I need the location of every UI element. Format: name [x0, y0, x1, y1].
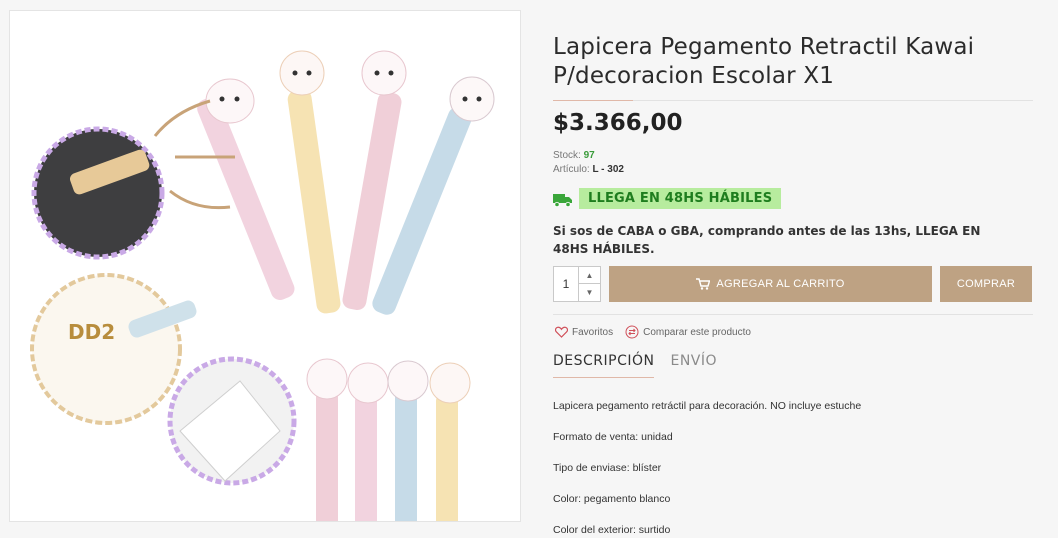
product-photo: DD2 [10, 11, 520, 521]
compare-icon [625, 325, 639, 339]
stock-label: Stock: [553, 150, 581, 161]
shipping-badge: LLEGA EN 48HS HÁBILES [579, 188, 782, 209]
tab-descripcion[interactable]: DESCRIPCIÓN [553, 353, 655, 378]
quantity-increase-button[interactable]: ▲ [578, 267, 600, 284]
quantity-decrease-button[interactable]: ▼ [578, 284, 600, 301]
truck-icon [553, 194, 572, 207]
divider [553, 314, 1033, 315]
description-line: Color del exterior: surtido [553, 524, 671, 536]
product-title: Lapicera Pegamento Retractil Kawai P/dec… [553, 34, 975, 89]
stock-info: Stock: 97 [553, 150, 595, 161]
add-to-cart-label: AGREGAR AL CARRITO [716, 278, 845, 290]
stock-value: 97 [583, 150, 595, 161]
product-price: $3.366,00 [553, 110, 683, 136]
heart-icon [555, 326, 568, 338]
divider [553, 100, 1033, 101]
quantity-stepper[interactable]: 1 ▲ ▼ [553, 266, 601, 302]
article-label: Artículo: [553, 164, 590, 175]
product-tabs: DESCRIPCIÓN ENVÍO [553, 353, 733, 378]
favorites-label: Favoritos [572, 326, 614, 338]
chevron-down-icon: ▼ [585, 288, 594, 297]
compare-link[interactable]: Comparar este producto [625, 325, 751, 339]
description-line: Tipo de enviase: blíster [553, 462, 662, 474]
chevron-up-icon: ▲ [585, 270, 594, 280]
product-page: DD2 Lapicera Pegamento Retractil Kawai P… [0, 0, 1058, 538]
quantity-input[interactable]: 1 [554, 267, 578, 301]
image-caption: DD2 [68, 320, 115, 344]
shipping-notice: Si sos de CABA o GBA, comprando antes de… [553, 224, 981, 256]
description-line: Color: pegamento blanco [553, 493, 671, 505]
favorites-link[interactable]: Favoritos [555, 326, 613, 338]
product-actions: Favoritos Comparar este producto [555, 325, 763, 339]
add-to-cart-button[interactable]: AGREGAR AL CARRITO [609, 266, 932, 302]
tab-envio[interactable]: ENVÍO [670, 353, 717, 378]
article-info: Artículo: L - 302 [553, 164, 624, 175]
article-value: L - 302 [592, 164, 624, 175]
description-line: Lapicera pegamento retráctil para decora… [553, 400, 862, 412]
product-image[interactable]: DD2 [9, 10, 521, 522]
cart-icon [696, 278, 711, 290]
product-details: Lapicera Pegamento Retractil Kawai P/dec… [553, 0, 1033, 538]
buy-button[interactable]: COMPRAR [940, 266, 1032, 302]
buy-label: COMPRAR [956, 278, 1016, 290]
compare-label: Comparar este producto [643, 326, 751, 338]
description-line: Formato de venta: unidad [553, 431, 673, 443]
